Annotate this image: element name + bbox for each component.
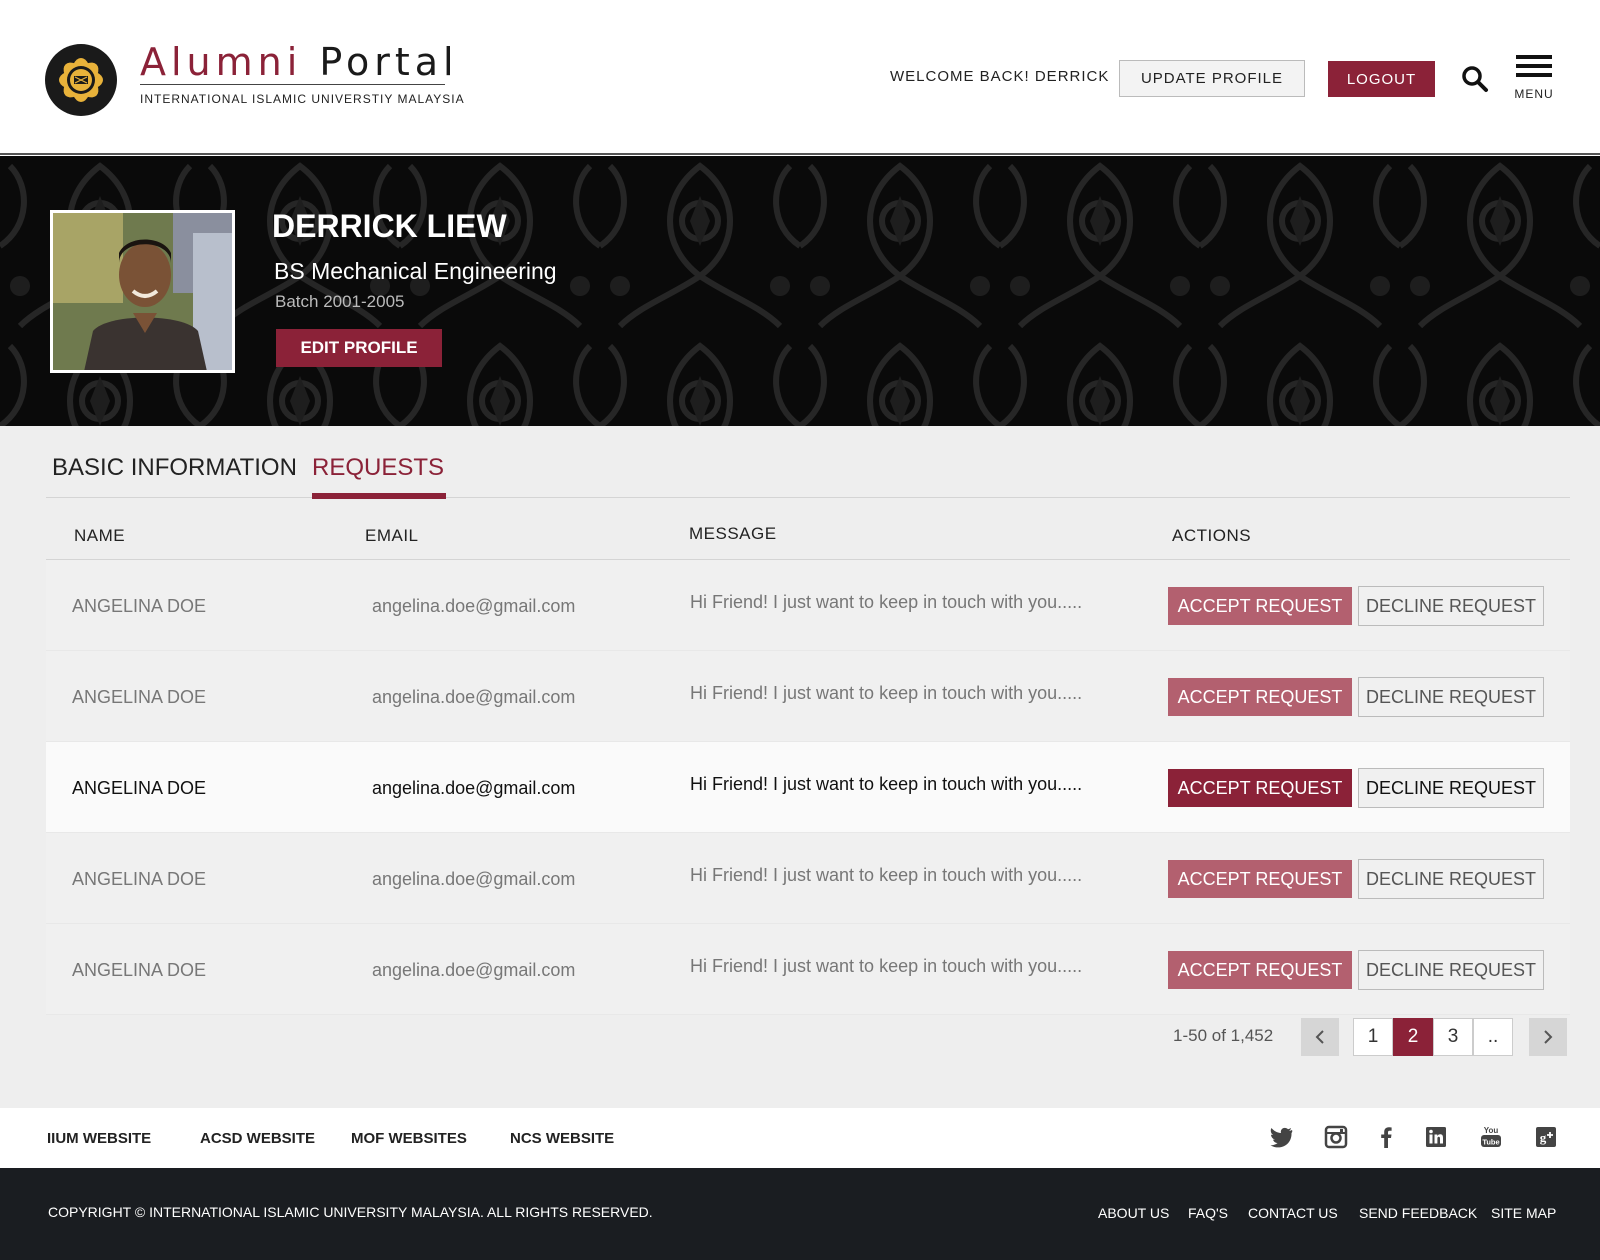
profile-avatar[interactable] — [50, 210, 235, 373]
damask-pattern — [0, 156, 1600, 426]
chevron-left-icon — [1315, 1030, 1324, 1044]
column-header-actions: ACTIONS — [1172, 526, 1252, 545]
footer-link-ncs[interactable]: NCS WEBSITE — [510, 1130, 614, 1147]
hamburger-bar — [1516, 73, 1552, 77]
request-name: ANGELINA DOE — [72, 960, 207, 980]
request-email: angelina.doe@gmail.com — [372, 687, 576, 707]
twitter-icon[interactable] — [1268, 1124, 1294, 1150]
brand-subtitle: INTERNATIONAL ISLAMIC UNIVERSTIY MALAYSI… — [140, 92, 465, 106]
footer-link-acsd[interactable]: ACSD WEBSITE — [200, 1130, 315, 1147]
accept-request-button[interactable]: ACCEPT REQUEST — [1168, 769, 1352, 807]
profile-degree: BS Mechanical Engineering — [274, 258, 557, 284]
chevron-right-icon — [1544, 1030, 1553, 1044]
pagination-page-1[interactable]: 1 — [1353, 1018, 1393, 1056]
brand-title-part2: Portal — [319, 40, 459, 84]
table-row: ANGELINA DOE angelina.doe@gmail.com Hi F… — [46, 833, 1570, 924]
pagination-ellipsis[interactable]: .. — [1473, 1018, 1513, 1056]
footer-link-send-feedback[interactable]: SEND FEEDBACK — [1359, 1205, 1477, 1221]
table-row: ANGELINA DOE angelina.doe@gmail.com Hi F… — [46, 651, 1570, 742]
main-content: BASIC INFORMATION REQUESTS NAME EMAIL ME… — [0, 426, 1600, 1108]
brand-title-part1: Alumni — [140, 40, 303, 84]
table-header: NAME EMAIL MESSAGE ACTIONS — [46, 498, 1570, 560]
pagination-info: 1-50 of 1,452 — [1173, 1026, 1274, 1045]
request-email: angelina.doe@gmail.com — [372, 778, 576, 798]
pagination-page-2[interactable]: 2 — [1393, 1018, 1433, 1056]
svg-text:g: g — [1540, 1130, 1547, 1145]
accept-request-button[interactable]: ACCEPT REQUEST — [1168, 678, 1352, 716]
table-row: ANGELINA DOE angelina.doe@gmail.com Hi F… — [46, 924, 1570, 1015]
svg-text:You: You — [1484, 1126, 1499, 1135]
table-row-highlighted: ANGELINA DOE angelina.doe@gmail.com Hi F… — [46, 742, 1570, 833]
update-profile-button[interactable]: UPDATE PROFILE — [1119, 60, 1305, 97]
brand-title[interactable]: Alumni Portal — [140, 40, 459, 84]
request-email: angelina.doe@gmail.com — [372, 869, 576, 889]
profile-batch: Batch 2001-2005 — [275, 292, 405, 311]
menu-button[interactable]: MENU — [1514, 55, 1554, 105]
request-message: Hi Friend! I just want to keep in touch … — [690, 774, 1083, 794]
svg-text:Tube: Tube — [1482, 1138, 1499, 1147]
column-header-name: NAME — [74, 526, 126, 545]
request-message: Hi Friend! I just want to keep in touch … — [690, 592, 1083, 612]
footer-link-iium[interactable]: IIUM WEBSITE — [47, 1130, 151, 1147]
table-row: ANGELINA DOE angelina.doe@gmail.com Hi F… — [46, 560, 1570, 651]
profile-banner: DERRICK LIEW BS Mechanical Engineering B… — [0, 156, 1600, 426]
accept-request-button[interactable]: ACCEPT REQUEST — [1168, 951, 1352, 989]
hamburger-bar — [1516, 64, 1552, 68]
footer-link-site-map[interactable]: SITE MAP — [1491, 1205, 1556, 1221]
request-name: ANGELINA DOE — [72, 687, 207, 707]
logout-button[interactable]: LOGOUT — [1328, 61, 1435, 97]
linkedin-icon[interactable] — [1423, 1124, 1449, 1150]
hamburger-icon — [1516, 55, 1552, 59]
request-name: ANGELINA DOE — [72, 778, 207, 798]
pagination-page-3[interactable]: 3 — [1433, 1018, 1473, 1056]
request-email: angelina.doe@gmail.com — [372, 960, 576, 980]
pagination-prev-button[interactable] — [1301, 1018, 1339, 1056]
footer-link-contact-us[interactable]: CONTACT US — [1248, 1205, 1338, 1221]
tab-basic-information[interactable]: BASIC INFORMATION — [52, 454, 297, 482]
accept-request-button[interactable]: ACCEPT REQUEST — [1168, 587, 1352, 625]
instagram-icon[interactable] — [1323, 1124, 1349, 1150]
decline-request-button[interactable]: DECLINE REQUEST — [1358, 859, 1544, 899]
brand-divider — [140, 84, 445, 85]
decline-request-button[interactable]: DECLINE REQUEST — [1358, 950, 1544, 990]
google-plus-icon[interactable]: g — [1533, 1124, 1559, 1150]
request-name: ANGELINA DOE — [72, 596, 207, 616]
request-message: Hi Friend! I just want to keep in touch … — [690, 865, 1083, 885]
request-message: Hi Friend! I just want to keep in touch … — [690, 956, 1083, 976]
university-emblem-icon[interactable] — [44, 43, 118, 117]
welcome-text: WELCOME BACK! DERRICK — [890, 68, 1110, 85]
footer-links-bar: IIUM WEBSITE ACSD WEBSITE MOF WEBSITES N… — [0, 1108, 1600, 1168]
footer-link-about-us[interactable]: ABOUT US — [1098, 1205, 1169, 1221]
requests-table-body: ANGELINA DOE angelina.doe@gmail.com Hi F… — [46, 560, 1570, 1015]
menu-label: MENU — [1514, 87, 1554, 101]
youtube-icon[interactable]: You Tube — [1478, 1124, 1504, 1150]
accept-request-button[interactable]: ACCEPT REQUEST — [1168, 860, 1352, 898]
site-header: Alumni Portal INTERNATIONAL ISLAMIC UNIV… — [0, 0, 1600, 155]
copyright-text: COPYRIGHT © INTERNATIONAL ISLAMIC UNIVER… — [48, 1204, 653, 1220]
footer-bottom: COPYRIGHT © INTERNATIONAL ISLAMIC UNIVER… — [0, 1168, 1600, 1260]
profile-name: DERRICK LIEW — [272, 208, 507, 244]
search-icon[interactable] — [1461, 65, 1489, 93]
column-header-email: EMAIL — [365, 526, 419, 545]
footer-link-faqs[interactable]: FAQ'S — [1188, 1205, 1228, 1221]
pagination-next-button[interactable] — [1529, 1018, 1567, 1056]
avatar-photo — [53, 213, 232, 370]
request-email: angelina.doe@gmail.com — [372, 596, 576, 616]
decline-request-button[interactable]: DECLINE REQUEST — [1358, 768, 1544, 808]
decline-request-button[interactable]: DECLINE REQUEST — [1358, 586, 1544, 626]
tab-requests[interactable]: REQUESTS — [312, 454, 444, 482]
request-message: Hi Friend! I just want to keep in touch … — [690, 683, 1083, 703]
decline-request-button[interactable]: DECLINE REQUEST — [1358, 677, 1544, 717]
edit-profile-button[interactable]: EDIT PROFILE — [276, 329, 442, 367]
request-name: ANGELINA DOE — [72, 869, 207, 889]
column-header-message: MESSAGE — [689, 524, 777, 543]
profile-tabs: BASIC INFORMATION REQUESTS — [46, 426, 1570, 499]
footer-link-mof[interactable]: MOF WEBSITES — [351, 1130, 467, 1147]
facebook-icon[interactable] — [1373, 1124, 1399, 1150]
